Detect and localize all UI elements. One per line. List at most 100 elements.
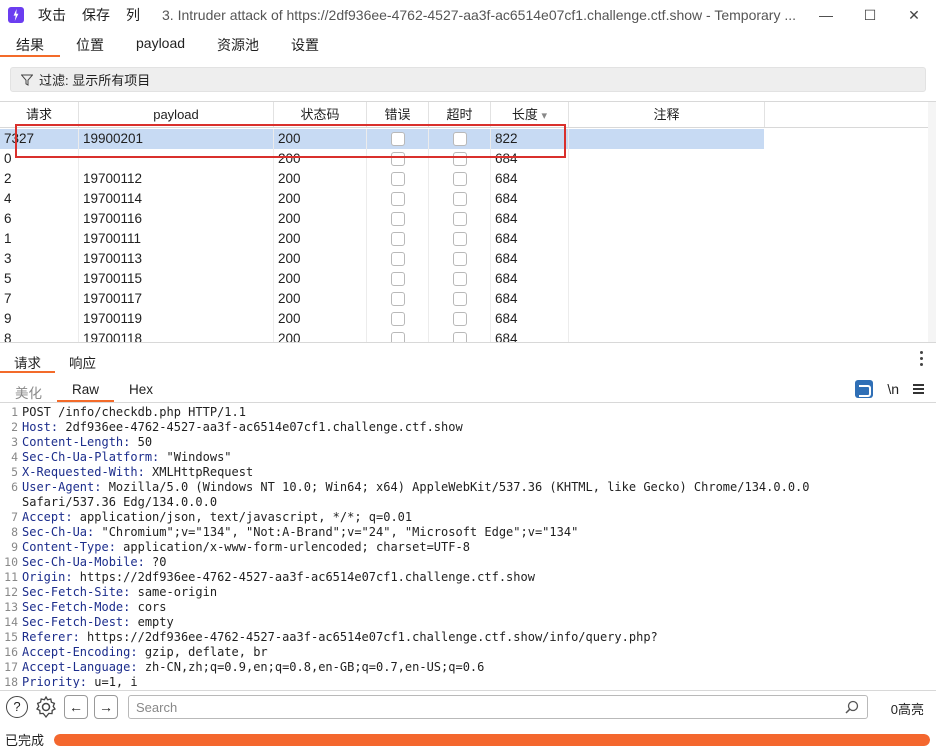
status-text: 已完成 [5,733,45,748]
timeout-checkbox [452,272,467,286]
cell-comment [569,269,763,289]
cell-error [367,169,429,189]
cell-comment [569,209,763,229]
previous-arrow-icon[interactable]: ← [64,694,88,719]
close-icon[interactable]: ✕ [892,0,936,30]
maximize-icon[interactable]: ☐ [848,0,892,30]
tab-settings[interactable]: 设置 [275,30,335,57]
filter-icon [21,74,33,86]
cell-request: 9 [0,309,79,329]
timeout-checkbox [452,252,467,266]
cell-request: 7 [0,289,79,309]
table-row[interactable]: 8 19700118 200 684 [0,329,764,342]
sort-desc-icon: ▾ [541,110,548,122]
header-name: Referer: [22,630,80,644]
cell-error [367,309,429,329]
cell-timeout [429,209,491,229]
help-icon[interactable]: ? [6,695,28,718]
menu-columns[interactable]: 列 [126,5,140,25]
title-bar: 攻击 保存 列 3. Intruder attack of https://2d… [0,0,936,30]
progress-bar [54,734,930,746]
header-name: Sec-Fetch-Site: [22,585,131,599]
cell-error [367,329,429,342]
filter-bar[interactable]: 过滤: 显示所有项目 [10,67,926,92]
settings-gear-icon[interactable] [34,695,58,719]
line-number: 7 [11,510,18,524]
tab-response[interactable]: 响应 [55,346,110,373]
menu-save[interactable]: 保存 [82,5,110,25]
more-options-icon[interactable] [920,351,924,369]
header-name: Sec-Ch-Ua: [22,525,95,539]
search-input[interactable]: Search [128,695,868,719]
tab-positions[interactable]: 位置 [60,30,120,57]
table-row[interactable]: 4 19700114 200 684 [0,189,764,209]
line-number: 1 [11,405,18,419]
cell-request: 1 [0,229,79,249]
tab-request[interactable]: 请求 [0,346,55,373]
tab-results[interactable]: 结果 [0,30,60,57]
tab-resource-pool[interactable]: 资源池 [201,30,275,57]
error-checkbox [390,332,405,342]
minimize-icon[interactable]: — [804,0,848,30]
header-value: "Windows" [159,450,232,464]
header-value: u=1, i [87,675,138,688]
editor-line: 17 Accept-Language: zh-CN,zh;q=0.9,en;q=0… [0,660,936,675]
cell-payload: 19700115 [79,269,274,289]
line-number: 13 [4,600,18,614]
table-row[interactable]: 9 19700119 200 684 [0,309,764,329]
cell-request: 5 [0,269,79,289]
timeout-checkbox [452,192,467,206]
request-response-tabs: 请求 响应 [0,346,936,373]
header-name: Sec-Fetch-Dest: [22,615,131,629]
cell-status: 200 [274,329,367,342]
editor-line: 2 Host: 2df936ee-4762-4527-aa3f-ac6514e07… [0,420,936,435]
line-number: 16 [4,645,18,659]
table-row[interactable]: 5 19700115 200 684 [0,269,764,289]
word-wrap-icon[interactable] [855,380,874,398]
cell-status: 200 [274,189,367,209]
header-value: same-origin [130,585,218,599]
results-table: 请求 payload 状态码 错误 超时 长度 ▾ 注释 7327 1990020… [0,101,936,343]
attack-tabs: 结果 位置 payload 资源池 设置 [0,30,936,57]
view-toolbar: \n [855,380,924,398]
header-name: Accept-Language: [22,660,138,674]
menu-attack[interactable]: 攻击 [38,5,66,25]
table-row[interactable]: 7 19700117 200 684 [0,289,764,309]
editor-line: 4 Sec-Ch-Ua-Platform: "Windows" [0,450,936,465]
editor-line: 9 Content-Type: application/x-www-form-ur… [0,540,936,555]
editor-line: 1 POST /info/checkdb.php HTTP/1.1 [0,405,936,420]
line-number: 8 [11,525,18,539]
cell-length: 684 [491,209,569,229]
editor-line: 3 Content-Length: 50 [0,435,936,450]
header-name: Sec-Fetch-Mode: [22,600,131,614]
cell-error [367,189,429,209]
cell-length: 684 [491,289,569,309]
table-row[interactable]: 2 19700112 200 684 [0,169,764,189]
cell-error [367,229,429,249]
line-number: 10 [4,555,18,569]
request-editor[interactable]: 1 POST /info/checkdb.php HTTP/1.1 2 Host: 2… [0,405,936,688]
tab-pretty[interactable]: 美化 [0,376,57,402]
cell-payload: 19700119 [79,309,274,329]
cell-comment [569,249,763,269]
cell-comment [569,329,763,342]
tab-hex[interactable]: Hex [114,376,168,402]
table-scrollbar[interactable] [928,102,936,342]
cell-request: 8 [0,329,79,342]
error-checkbox [390,272,405,286]
red-highlight-box [15,124,566,158]
show-newlines-button[interactable]: \n [887,381,899,397]
header-value: XMLHttpRequest [144,465,254,479]
tab-payloads[interactable]: payload [120,30,201,57]
cell-status: 200 [274,309,367,329]
next-arrow-icon[interactable]: → [94,694,118,719]
table-row[interactable]: 1 19700111 200 684 [0,229,764,249]
editor-line: 11 Origin: https://2df936ee-4762-4527-aa3… [0,570,936,585]
editor-line: 12 Sec-Fetch-Site: same-origin [0,585,936,600]
menu-icon[interactable] [913,382,924,396]
table-row[interactable]: 3 19700113 200 684 [0,249,764,269]
tab-raw[interactable]: Raw [57,376,115,402]
col-comment[interactable]: 注释 [569,102,765,127]
header-value: Mozilla/5.0 (Windows NT 10.0; Win64; x64… [101,480,810,494]
table-row[interactable]: 6 19700116 200 684 [0,209,764,229]
